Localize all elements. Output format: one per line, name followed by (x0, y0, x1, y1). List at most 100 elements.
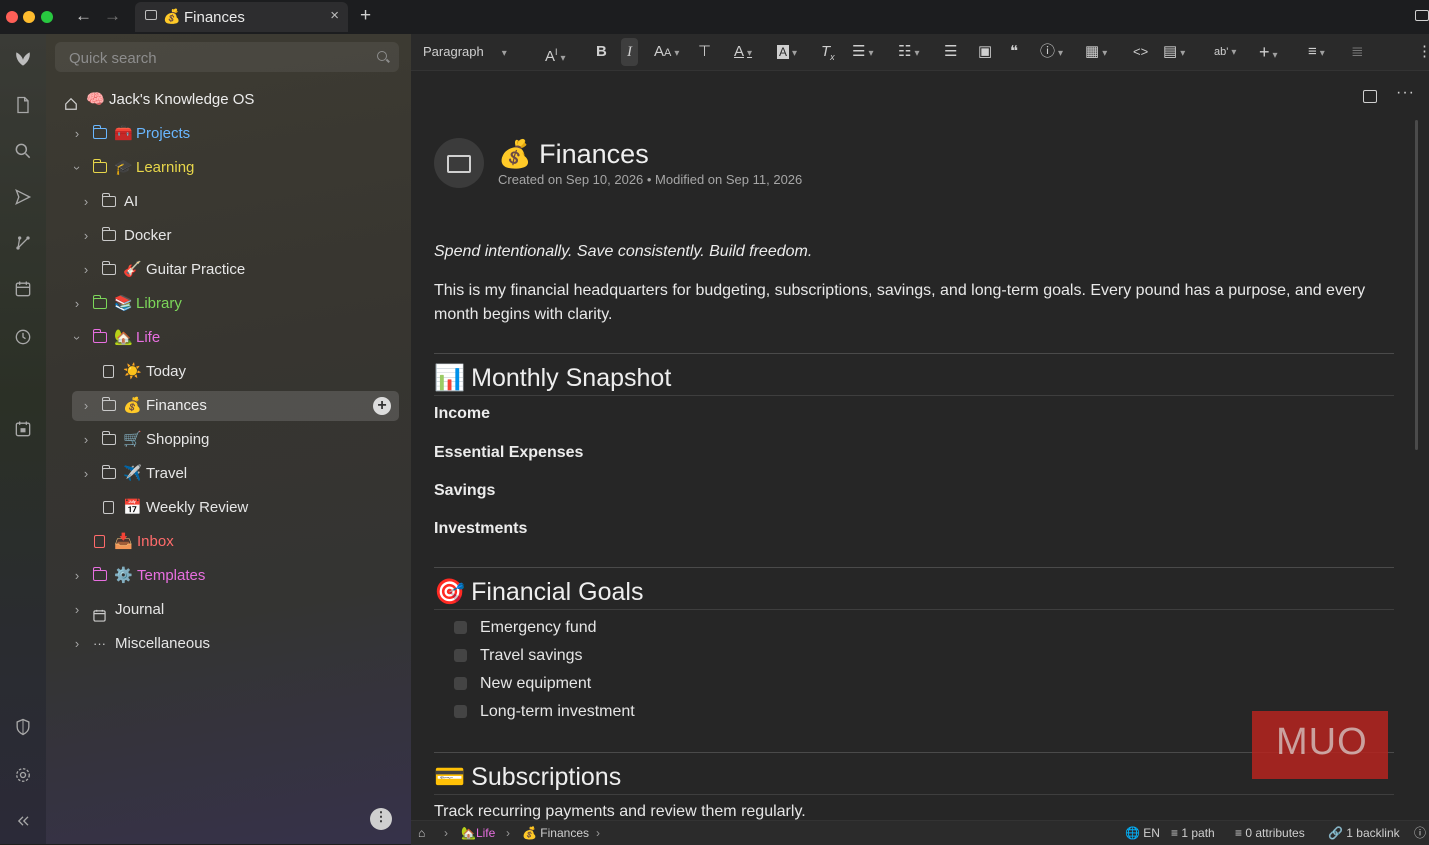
folder-icon (101, 397, 116, 411)
toggle-right-pane-icon[interactable] (1363, 90, 1377, 103)
chevron-right-icon[interactable]: › (80, 221, 92, 251)
tree-item-journal[interactable]: › Journal (46, 595, 411, 625)
align-icon[interactable]: ≡ ▾ (1308, 34, 1325, 70)
spellcheck-icon[interactable]: ab' ▾ (1214, 34, 1236, 70)
tree-item-inbox[interactable]: 📥 Inbox (46, 527, 411, 557)
note-icon-badge[interactable] (434, 138, 484, 188)
quote-icon[interactable]: ❝ (1010, 34, 1018, 70)
paragraph-style-select[interactable]: Paragraph ▾ (423, 34, 507, 70)
chevron-right-icon[interactable]: › (71, 561, 83, 591)
checkbox[interactable] (454, 705, 467, 718)
tab-finances[interactable]: 💰 Finances × (135, 2, 348, 32)
settings-gear-icon[interactable] (12, 764, 34, 786)
tree-item-learning[interactable]: › 🎓 Learning (46, 153, 411, 183)
bullet-list-icon[interactable]: ☰ ▾ (852, 34, 873, 70)
attributes-indicator[interactable]: ≡ 0 attributes (1235, 821, 1305, 845)
clear-format-icon[interactable]: Tx (821, 34, 835, 70)
calendar-icon[interactable] (12, 278, 34, 300)
tree-item-docker[interactable]: › Docker (46, 221, 411, 251)
back-icon[interactable]: ← (75, 6, 92, 26)
heading-subscriptions: 💳 Subscriptions (434, 763, 621, 792)
zoom-window-button[interactable] (41, 11, 53, 23)
code-icon[interactable]: <> (1133, 34, 1148, 70)
new-note-icon[interactable] (12, 94, 34, 116)
font-size-icon[interactable]: AI▾ (545, 34, 566, 70)
info-icon[interactable]: ⓘ (1414, 821, 1426, 845)
chevron-right-icon[interactable]: › (80, 459, 92, 489)
tree-item-finances[interactable]: › 💰 Finances + (72, 391, 399, 421)
insert-icon[interactable]: + ▾ (1259, 34, 1278, 70)
quick-search-input[interactable] (67, 47, 371, 69)
page-title[interactable]: 💰 Finances (498, 138, 649, 170)
tree-item-templates[interactable]: › ⚙️ Templates (46, 561, 411, 591)
breadcrumb-emoji: 💰 (522, 826, 537, 840)
quick-search[interactable] (55, 42, 399, 72)
chevron-right-icon[interactable]: › (71, 289, 83, 319)
shield-icon[interactable] (12, 716, 34, 738)
sidebar-menu-button[interactable]: ⋮ (370, 808, 392, 830)
minimize-window-button[interactable] (23, 11, 35, 23)
table-icon[interactable]: ▦ ▾ (1085, 34, 1107, 70)
bold-icon[interactable]: B (596, 34, 607, 70)
checkbox[interactable] (454, 677, 467, 690)
add-child-note-button[interactable]: + (373, 397, 391, 415)
backlinks-indicator[interactable]: 🔗 1 backlink (1328, 821, 1400, 845)
close-tab-icon[interactable]: × (330, 7, 339, 24)
tree-item-miscellaneous[interactable]: › ··· Miscellaneous (46, 629, 411, 659)
breadcrumb-life[interactable]: 🏡Life (461, 821, 495, 845)
today-icon[interactable] (12, 418, 34, 440)
callout-icon[interactable]: ⓘ ▾ (1040, 34, 1063, 70)
text-color-icon[interactable]: A ▾ (734, 34, 752, 70)
breadcrumb-finances[interactable]: 💰 Finances (522, 821, 589, 845)
chevron-right-icon[interactable]: › (71, 595, 83, 625)
outdent-icon[interactable]: ≣ (1351, 34, 1364, 70)
close-window-button[interactable] (6, 11, 18, 23)
note-map-icon[interactable] (12, 232, 34, 254)
tree-item-library[interactable]: › 📚 Library (46, 289, 411, 319)
checkbox[interactable] (454, 649, 467, 662)
new-tab-button[interactable]: + (360, 5, 371, 27)
chevron-right-icon[interactable]: › (80, 255, 92, 285)
tree-item-ai[interactable]: › AI (46, 187, 411, 217)
item-label: Docker (124, 227, 172, 244)
search-icon[interactable] (12, 140, 34, 162)
chevron-down-icon[interactable]: › (62, 332, 92, 344)
tree-item-life[interactable]: › 🏡 Life (46, 323, 411, 353)
format-painter-icon[interactable]: ⊤ (698, 34, 711, 70)
tree-item-projects[interactable]: › 🧰 Projects (46, 119, 411, 149)
image-icon[interactable]: ▣ (978, 34, 992, 70)
send-icon[interactable] (12, 186, 34, 208)
forward-icon[interactable]: → (104, 6, 121, 26)
breadcrumb-separator: › (506, 826, 510, 840)
chevron-right-icon[interactable]: › (80, 425, 92, 455)
paths-indicator[interactable]: ≡ 1 path (1171, 821, 1215, 845)
italic-icon[interactable]: I (621, 38, 638, 66)
item-emoji: 📚 (114, 295, 133, 312)
highlight-icon[interactable]: A ▾ (777, 34, 797, 70)
checkbox[interactable] (454, 621, 467, 634)
language-indicator[interactable]: 🌐 EN (1125, 821, 1160, 845)
app-logo-icon[interactable] (12, 48, 34, 70)
collapse-sidebar-icon[interactable] (12, 810, 34, 832)
tree-item-weekly-review[interactable]: 📅 Weekly Review (46, 493, 411, 523)
tree-item-shopping[interactable]: › 🛒 Shopping (46, 425, 411, 455)
scrollbar[interactable] (1415, 120, 1418, 450)
chevron-right-icon[interactable]: › (80, 187, 92, 217)
numbered-list-icon[interactable]: ☷ ▾ (898, 34, 919, 70)
chevron-down-icon[interactable]: › (62, 162, 92, 174)
chevron-right-icon[interactable]: › (71, 629, 83, 659)
history-icon[interactable] (12, 326, 34, 348)
text-case-icon[interactable]: AA ▾ (654, 34, 679, 70)
split-layout-icon[interactable] (1415, 10, 1429, 21)
home-breadcrumb-icon[interactable]: ⌂ (418, 821, 425, 845)
chevron-right-icon[interactable]: › (80, 391, 92, 421)
tree-item-guitar-practice[interactable]: › 🎸 Guitar Practice (46, 255, 411, 285)
chevron-right-icon[interactable]: › (71, 119, 83, 149)
tree-root[interactable]: 🧠 Jack's Knowledge OS (46, 85, 411, 115)
more-icon[interactable]: ⋮ (1417, 34, 1429, 70)
include-note-icon[interactable]: ▤ ▾ (1163, 34, 1185, 70)
note-actions-icon[interactable]: ··· (1396, 84, 1415, 102)
tree-item-today[interactable]: ☀️ Today (46, 357, 411, 387)
tree-item-travel[interactable]: › ✈️ Travel (46, 459, 411, 489)
todo-list-icon[interactable]: ☰ (944, 34, 957, 70)
